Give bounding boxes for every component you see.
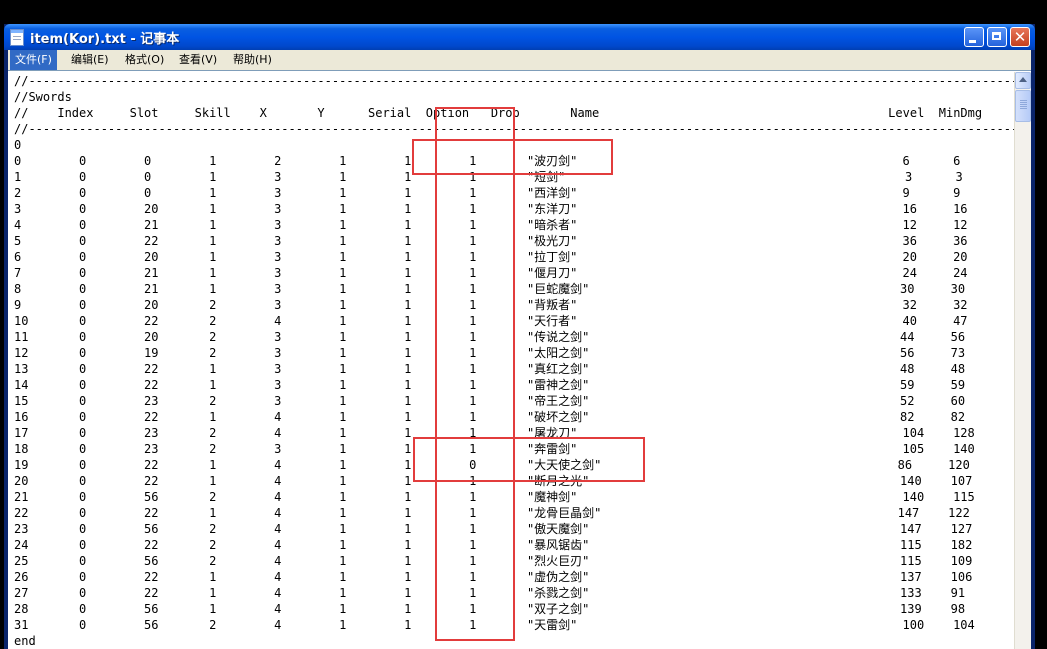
menu-help[interactable]: 帮助(H)	[228, 50, 277, 70]
table-row: 25 0 56 2 4 1 1 1 "烈火巨刃" 115 109	[14, 554, 973, 568]
table-row: 2 0 0 1 3 1 1 1 "西洋剑" 9 9	[14, 186, 961, 200]
table-row: 12 0 19 2 3 1 1 1 "太阳之剑" 56 73	[14, 346, 966, 360]
maximize-button[interactable]	[987, 27, 1007, 47]
notepad-window: item(Kor).txt - 记事本 ✕ 文件(F) 编辑(E) 格式(O) …	[4, 24, 1035, 649]
grip-icon	[1020, 100, 1027, 109]
minimize-button[interactable]	[964, 27, 984, 47]
vertical-scrollbar[interactable]	[1014, 72, 1031, 649]
notepad-icon	[10, 29, 24, 46]
title-bar[interactable]: item(Kor).txt - 记事本 ✕	[4, 24, 1035, 50]
table-row: 23 0 56 2 4 1 1 1 "傲天魔剑" 147 127	[14, 522, 973, 536]
menu-format[interactable]: 格式(O)	[120, 50, 169, 70]
table-row: 17 0 23 2 4 1 1 1 "屠龙刀" 104 128	[14, 426, 975, 440]
table-row: 0 0 0 1 2 1 1 1 "波刃剑" 6 6	[14, 154, 961, 168]
table-row: 1 0 0 1 3 1 1 1 "短剑" 3 3	[14, 170, 963, 184]
scroll-up-button[interactable]	[1015, 72, 1031, 89]
window-title: item(Kor).txt - 记事本	[30, 32, 180, 47]
table-row: 21 0 56 2 4 1 1 1 "魔神剑" 140 115	[14, 490, 975, 504]
scroll-thumb[interactable]	[1015, 90, 1031, 122]
table-row: 19 0 22 1 4 1 1 0 "大天使之剑" 86 120	[14, 458, 970, 472]
table-row: 22 0 22 1 4 1 1 1 "龙骨巨晶剑" 147 122	[14, 506, 970, 520]
table-row: 24 0 22 2 4 1 1 1 "暴风锯齿" 115 182	[14, 538, 973, 552]
table-row: 3 0 20 1 3 1 1 1 "东洋刀" 16 16	[14, 202, 968, 216]
table-row: 10 0 22 2 4 1 1 1 "天行者" 40 47	[14, 314, 968, 328]
separator-line: //--------------------------------------…	[14, 74, 1031, 88]
table-row: 4 0 21 1 3 1 1 1 "暗杀者" 12 12	[14, 218, 968, 232]
menu-edit[interactable]: 编辑(E)	[66, 50, 114, 70]
column-header-line: // Index Slot Skill X Y Serial Option Dr…	[14, 106, 983, 120]
table-row: 26 0 22 1 4 1 1 1 "虚伪之剑" 137 106	[14, 570, 973, 584]
minimize-icon	[969, 40, 976, 43]
table-row: 6 0 20 1 3 1 1 1 "拉丁剑" 20 20	[14, 250, 968, 264]
menu-bar: 文件(F) 编辑(E) 格式(O) 查看(V) 帮助(H)	[8, 50, 1031, 70]
table-row: 14 0 22 1 3 1 1 1 "雷神之剑" 59 59	[14, 378, 966, 392]
table-row: 31 0 56 2 4 1 1 1 "天雷剑" 100 104	[14, 618, 975, 632]
table-row: 15 0 23 2 3 1 1 1 "帝王之剑" 52 60	[14, 394, 966, 408]
maximize-icon	[992, 32, 1001, 40]
close-button[interactable]: ✕	[1010, 27, 1030, 47]
section-heading: //Swords	[14, 90, 72, 104]
document-text[interactable]: //--------------------------------------…	[14, 73, 1031, 649]
menu-file[interactable]: 文件(F)	[10, 50, 57, 70]
table-row: 28 0 56 1 4 1 1 1 "双子之剑" 139 98	[14, 602, 966, 616]
table-row: 16 0 22 1 4 1 1 1 "破坏之剑" 82 82	[14, 410, 966, 424]
table-row: 20 0 22 1 4 1 1 1 "断月之光" 140 107	[14, 474, 973, 488]
table-row: 7 0 21 1 3 1 1 1 "偃月刀" 24 24	[14, 266, 968, 280]
item-type-line: 0	[14, 138, 22, 152]
close-icon: ✕	[1013, 28, 1027, 46]
table-row: 18 0 23 2 3 1 1 1 "奔雷剑" 105 140	[14, 442, 975, 456]
arrow-up-icon	[1019, 77, 1027, 82]
table-row: 9 0 20 2 3 1 1 1 "背叛者" 32 32	[14, 298, 968, 312]
menu-view[interactable]: 查看(V)	[174, 50, 222, 70]
table-row: 27 0 22 1 4 1 1 1 "杀戮之剑" 133 91	[14, 586, 966, 600]
table-row: 8 0 21 1 3 1 1 1 "巨蛇魔剑" 30 30	[14, 282, 966, 296]
table-row: 5 0 22 1 3 1 1 1 "极光刀" 36 36	[14, 234, 968, 248]
separator-line: //--------------------------------------…	[14, 122, 1031, 136]
table-row: 13 0 22 1 3 1 1 1 "真红之剑" 48 48	[14, 362, 966, 376]
end-marker: end	[14, 634, 36, 648]
table-row: 11 0 20 2 3 1 1 1 "传说之剑" 44 56	[14, 330, 966, 344]
text-editor-area[interactable]: //--------------------------------------…	[8, 70, 1031, 649]
